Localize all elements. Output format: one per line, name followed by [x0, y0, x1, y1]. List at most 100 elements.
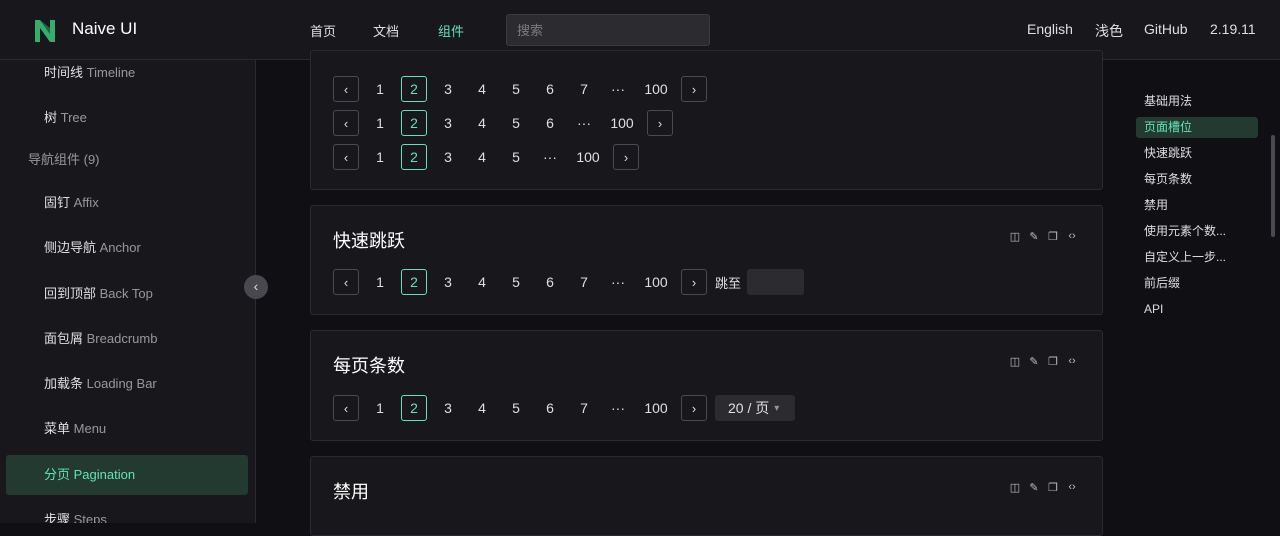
page-item[interactable]: 1	[367, 269, 393, 295]
sidebar-group-navigation[interactable]: 导航组件 (9)	[6, 140, 248, 180]
page-item-current[interactable]: 2	[401, 269, 427, 295]
page-item[interactable]: 5	[503, 110, 529, 136]
ellipsis-item[interactable]: ···	[605, 395, 631, 421]
scrollbar-thumb[interactable]	[1271, 135, 1275, 237]
ellipsis-item[interactable]: ···	[605, 76, 631, 102]
page-item-current[interactable]: 2	[401, 395, 427, 421]
page-item[interactable]: 6	[537, 269, 563, 295]
page-item[interactable]: 6	[537, 110, 563, 136]
prev-page-button[interactable]: ‹	[333, 395, 359, 421]
nav-docs[interactable]: 文档	[373, 21, 399, 40]
page-item-last[interactable]: 100	[639, 395, 673, 421]
next-page-button[interactable]: ›	[681, 395, 707, 421]
anchor-basic[interactable]: 基础用法	[1136, 91, 1258, 112]
page-item[interactable]: 1	[367, 144, 393, 170]
next-page-button[interactable]: ›	[681, 76, 707, 102]
page-item[interactable]: 6	[537, 395, 563, 421]
ellipsis-item[interactable]: ···	[537, 144, 563, 170]
page-item[interactable]: 3	[435, 269, 461, 295]
sidebar-item-loading-bar[interactable]: 加载条 Loading Bar	[6, 364, 248, 404]
brand-name[interactable]: Naive UI	[72, 19, 137, 39]
anchor-api[interactable]: API	[1136, 299, 1258, 320]
prev-page-button[interactable]: ‹	[333, 110, 359, 136]
sidebar-item-back-top[interactable]: 回到顶部 Back Top	[6, 274, 248, 314]
prev-page-button[interactable]: ‹	[333, 76, 359, 102]
pagination-slot-9: ‹ 1 2 3 4 5 6 7 ··· 100 ›	[333, 76, 715, 102]
page-item-current[interactable]: 2	[401, 144, 427, 170]
next-page-button[interactable]: ›	[681, 269, 707, 295]
anchor-custom-prev[interactable]: 自定义上一步...	[1136, 247, 1258, 268]
page-item[interactable]: 5	[503, 76, 529, 102]
copy-icon[interactable]: ❐	[1047, 230, 1059, 243]
edit-icon[interactable]: ✎	[1028, 230, 1040, 243]
card-tools: ◫ ✎ ❐ ‹›	[1009, 481, 1078, 494]
edit-icon[interactable]: ✎	[1028, 355, 1040, 368]
next-page-button[interactable]: ›	[613, 144, 639, 170]
page-item[interactable]: 5	[503, 395, 529, 421]
page-item[interactable]: 6	[537, 76, 563, 102]
page-item[interactable]: 7	[571, 395, 597, 421]
page-item[interactable]: 1	[367, 395, 393, 421]
next-page-button[interactable]: ›	[647, 110, 673, 136]
sidebar-item-timeline[interactable]: 时间线 Timeline	[6, 60, 248, 93]
page-item-last[interactable]: 100	[639, 269, 673, 295]
page-item-current[interactable]: 2	[401, 110, 427, 136]
sidebar-item-steps[interactable]: 步骤 Steps	[6, 500, 248, 523]
ellipsis-item[interactable]: ···	[571, 110, 597, 136]
page-item[interactable]: 3	[435, 395, 461, 421]
page-item[interactable]: 4	[469, 110, 495, 136]
page-item-current[interactable]: 2	[401, 76, 427, 102]
page-item[interactable]: 3	[435, 144, 461, 170]
codesandbox-icon[interactable]: ◫	[1009, 481, 1021, 494]
nav-home[interactable]: 首页	[310, 21, 336, 40]
sidebar-item-breadcrumb[interactable]: 面包屑 Breadcrumb	[6, 319, 248, 359]
page-size-select[interactable]: 20 / 页 ▾	[715, 395, 795, 421]
language-switch[interactable]: English	[1027, 21, 1073, 37]
page-item[interactable]: 4	[469, 76, 495, 102]
anchor-prefix-suffix[interactable]: 前后缀	[1136, 273, 1258, 294]
search-input[interactable]	[506, 14, 710, 46]
anchor-page-slot[interactable]: 页面槽位	[1136, 117, 1258, 138]
page-item[interactable]: 7	[571, 269, 597, 295]
naive-ui-logo-icon[interactable]	[32, 16, 58, 44]
nav-components[interactable]: 组件	[438, 21, 464, 40]
prev-page-button[interactable]: ‹	[333, 269, 359, 295]
page-item[interactable]: 1	[367, 110, 393, 136]
page-item[interactable]: 5	[503, 144, 529, 170]
page-item[interactable]: 1	[367, 76, 393, 102]
anchor-disabled[interactable]: 禁用	[1136, 195, 1258, 216]
page-item[interactable]: 3	[435, 110, 461, 136]
version-label[interactable]: 2.19.11	[1210, 21, 1256, 37]
edit-icon[interactable]: ✎	[1028, 481, 1040, 494]
page-item[interactable]: 3	[435, 76, 461, 102]
page-item-last[interactable]: 100	[605, 110, 639, 136]
codesandbox-icon[interactable]: ◫	[1009, 355, 1021, 368]
theme-switch[interactable]: 浅色	[1095, 21, 1123, 41]
code-icon[interactable]: ‹›	[1066, 481, 1078, 494]
sidebar-collapse-button[interactable]: ‹	[244, 275, 268, 299]
sidebar-item-tree[interactable]: 树 Tree	[6, 98, 248, 138]
page-item-last[interactable]: 100	[571, 144, 605, 170]
sidebar-item-affix[interactable]: 固钉 Affix	[6, 183, 248, 223]
anchor-quick-jump[interactable]: 快速跳跃	[1136, 143, 1258, 164]
code-icon[interactable]: ‹›	[1066, 230, 1078, 243]
copy-icon[interactable]: ❐	[1047, 481, 1059, 494]
copy-icon[interactable]: ❐	[1047, 355, 1059, 368]
ellipsis-item[interactable]: ···	[605, 269, 631, 295]
page-item[interactable]: 4	[469, 144, 495, 170]
sidebar-item-pagination[interactable]: 分页 Pagination	[6, 455, 248, 495]
github-link[interactable]: GitHub	[1144, 21, 1188, 37]
prev-page-button[interactable]: ‹	[333, 144, 359, 170]
sidebar-item-anchor[interactable]: 侧边导航 Anchor	[6, 228, 248, 268]
page-item[interactable]: 7	[571, 76, 597, 102]
anchor-item-count[interactable]: 使用元素个数...	[1136, 221, 1258, 242]
page-item[interactable]: 4	[469, 269, 495, 295]
sidebar-item-menu[interactable]: 菜单 Menu	[6, 409, 248, 449]
codesandbox-icon[interactable]: ◫	[1009, 230, 1021, 243]
page-item[interactable]: 4	[469, 395, 495, 421]
page-item[interactable]: 5	[503, 269, 529, 295]
code-icon[interactable]: ‹›	[1066, 355, 1078, 368]
page-item-last[interactable]: 100	[639, 76, 673, 102]
jump-input[interactable]	[747, 269, 805, 295]
anchor-page-size[interactable]: 每页条数	[1136, 169, 1258, 190]
